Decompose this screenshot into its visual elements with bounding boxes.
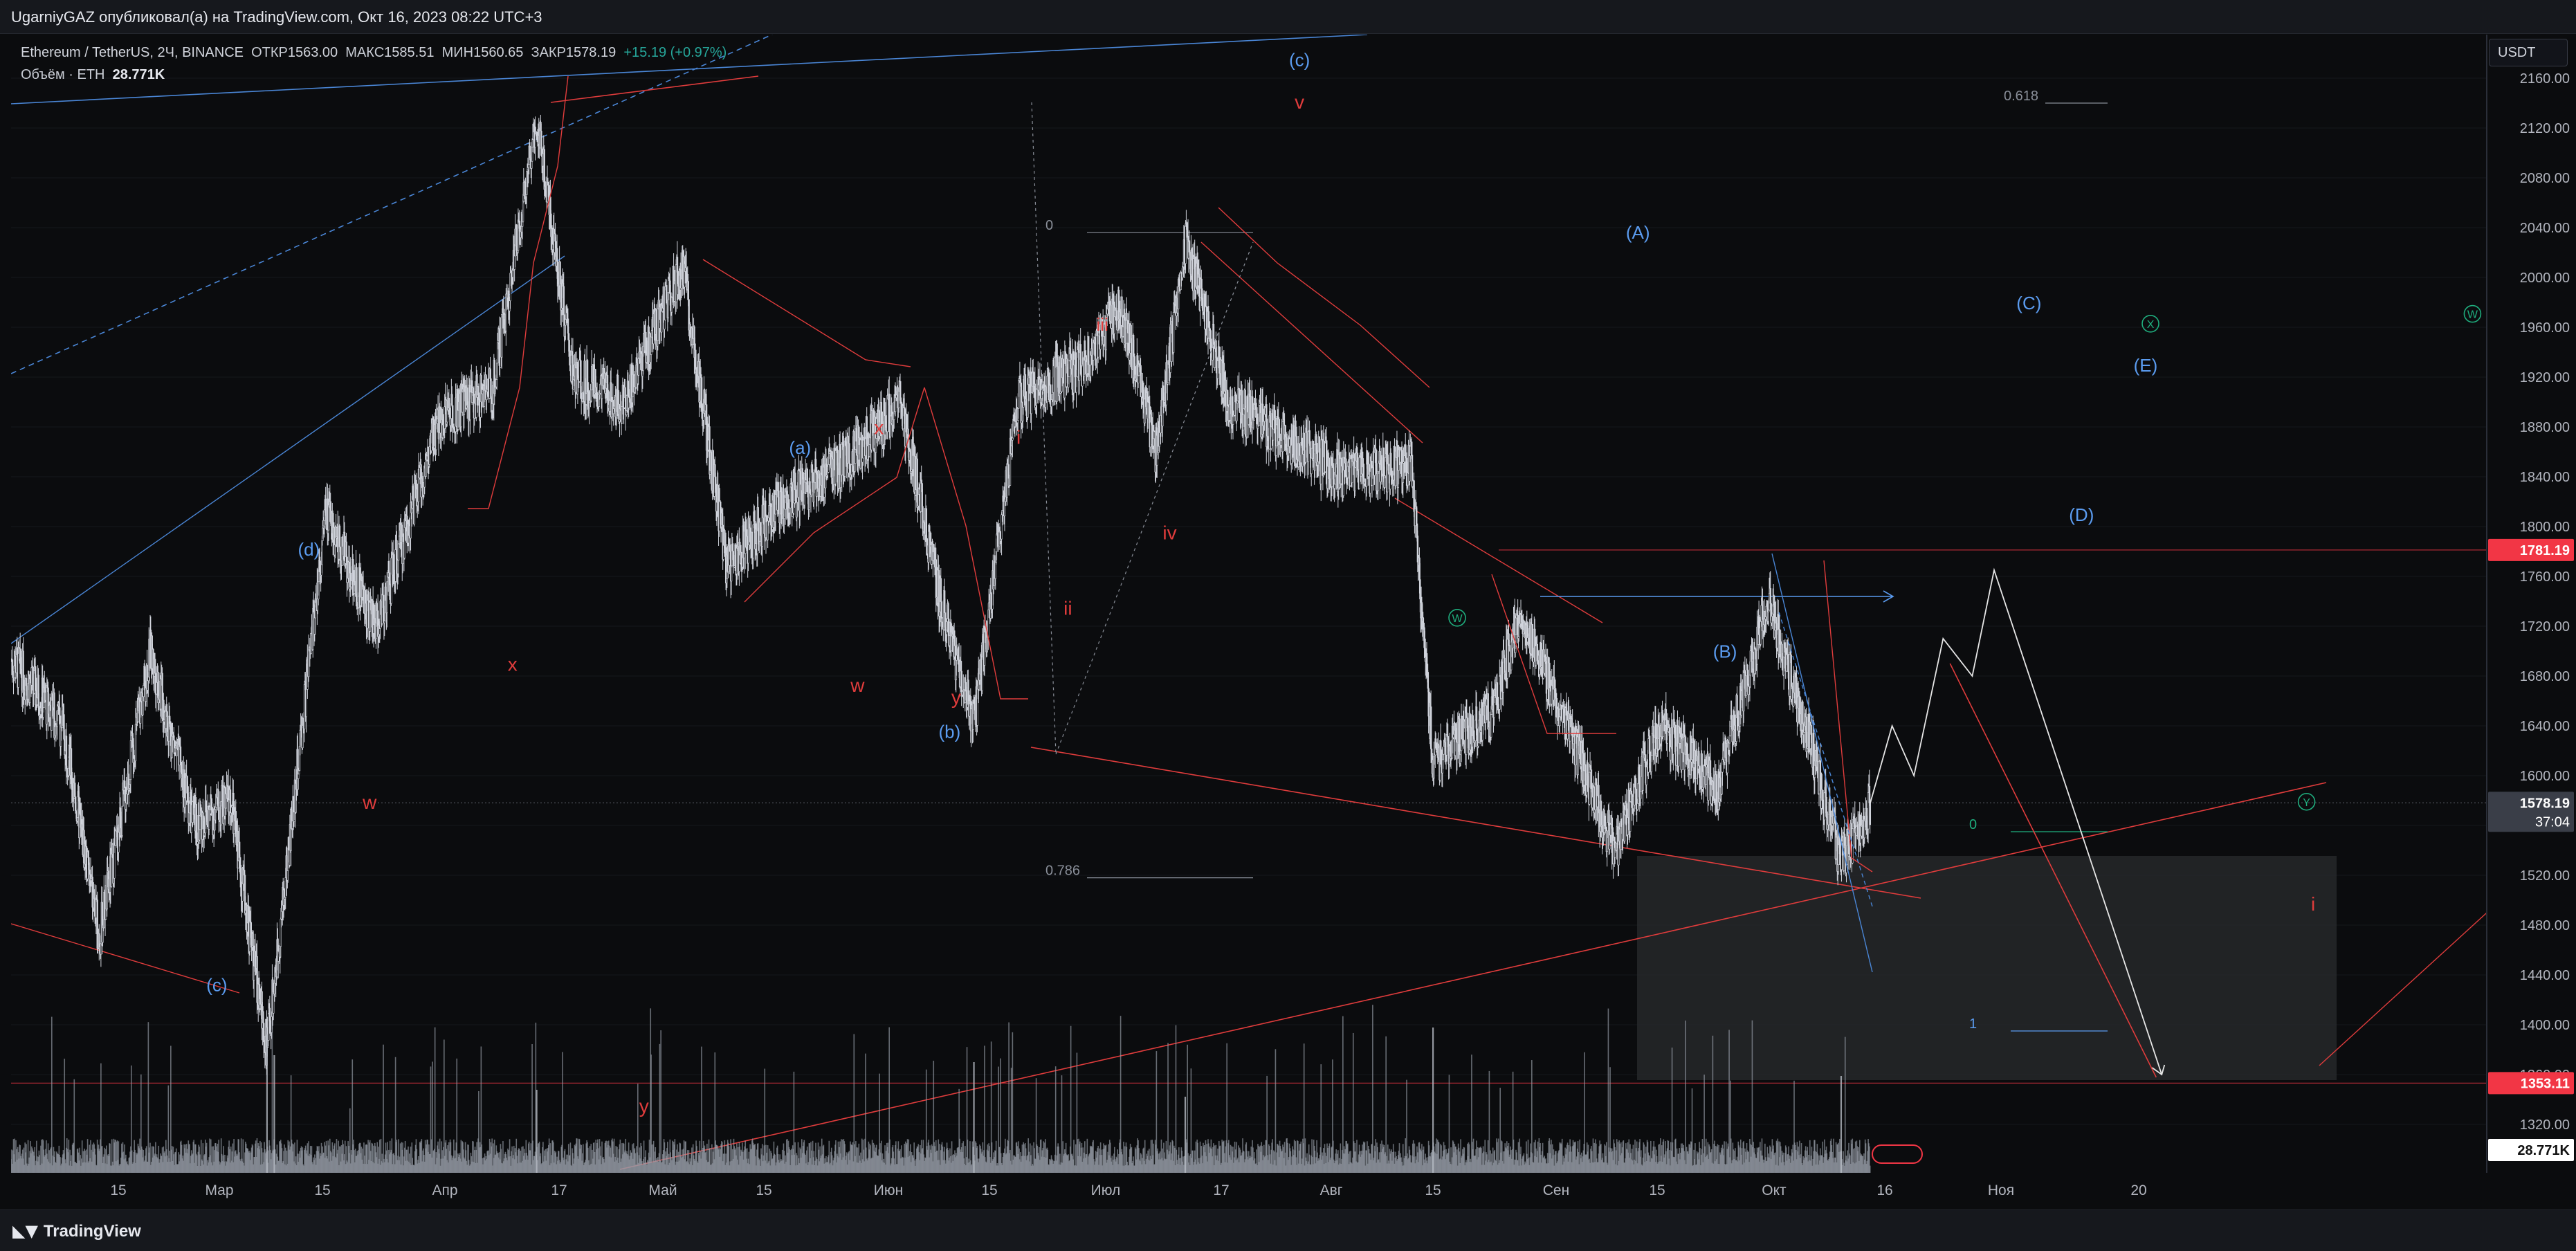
candle-body [1126, 313, 1128, 320]
candle-body [237, 861, 239, 868]
target-zone [1637, 856, 2337, 1080]
candle-body [1088, 336, 1089, 365]
candle-body [148, 677, 149, 680]
candle-body [66, 736, 67, 769]
top-bar: UgarniyGAZ опубликовал(а) на TradingView… [0, 0, 2576, 34]
candle-body [328, 505, 329, 531]
candle-body [887, 396, 888, 432]
candle-body [1357, 453, 1358, 471]
candle-body [218, 789, 219, 810]
candle-body [1431, 749, 1432, 756]
candle-body [1427, 672, 1429, 688]
candle-body [308, 650, 309, 677]
candle-body [1241, 391, 1243, 419]
candle-body [501, 315, 502, 358]
chart-area[interactable]: 0.6180010.786(c)vii(A)(C)(E)iii(a)xiiv(d… [11, 35, 2487, 1173]
candle-body [666, 285, 667, 300]
candle-body [1378, 472, 1379, 491]
candle-body [1272, 429, 1274, 440]
candle-body [1478, 743, 1479, 746]
candle-body [1212, 347, 1213, 360]
candle-body [491, 378, 492, 399]
candle-body [269, 1008, 271, 1021]
candle-body [1310, 458, 1312, 474]
candle-body [926, 509, 927, 538]
candle-body [701, 378, 702, 406]
fib-level-label: 0 [1969, 817, 1977, 832]
candle-body [531, 161, 532, 168]
candle-body [812, 473, 814, 481]
candle-body [522, 201, 524, 222]
red-diag-right [2319, 906, 2486, 1066]
candle-body [115, 830, 116, 846]
candle-body [664, 320, 666, 329]
red-trendline-3 [11, 924, 239, 993]
candle-body [356, 567, 358, 603]
blue-trendline-lower [11, 256, 565, 643]
candle-body [451, 394, 453, 405]
candle-body [1232, 417, 1234, 424]
candle-body [173, 736, 174, 740]
candle-body [26, 678, 27, 686]
candle-body [122, 806, 123, 836]
candle-body [452, 405, 453, 428]
fib-level-label: 0.618 [2004, 89, 2038, 104]
candle-body [1031, 393, 1032, 414]
candle-body [1048, 369, 1049, 385]
fib-level-label: 1 [1969, 1016, 1977, 1032]
candle-body [1068, 360, 1070, 377]
candle-body [1443, 746, 1445, 754]
candle-body [795, 490, 796, 501]
price-chart[interactable]: 0.6180010.786(c)vii(A)(C)(E)iii(a)xiiv(d… [11, 35, 2486, 1173]
fib-level-label: 0.786 [1045, 864, 1080, 879]
candle-body [835, 450, 837, 484]
candle-body [398, 544, 399, 560]
candle-body [758, 507, 759, 531]
candle-body [1296, 436, 1297, 459]
candle-body [731, 566, 732, 581]
candle-body [205, 801, 207, 812]
candle-body [995, 563, 996, 578]
candle-body [753, 524, 754, 558]
candle-body [1497, 683, 1498, 704]
candle-body [1490, 714, 1492, 737]
candle-body [1304, 433, 1305, 450]
candle-body [196, 804, 197, 843]
candles [11, 115, 1871, 1075]
candle-body [1355, 467, 1356, 491]
candle-body [1138, 376, 1139, 383]
candle-body [1122, 297, 1123, 317]
candle-body [1309, 430, 1310, 441]
candle-body [1279, 419, 1280, 438]
red-channel-2 [1395, 498, 1602, 623]
publish-info: UgarniyGAZ опубликовал(а) на TradingView… [11, 8, 542, 26]
candle-body [1036, 389, 1038, 403]
candle-body [1488, 693, 1489, 729]
candle-body [240, 865, 241, 887]
candle-body [1173, 312, 1174, 352]
candle-body [199, 816, 201, 830]
fib-level-label: 0 [1045, 218, 1053, 233]
candle-body [426, 459, 427, 477]
candle-body [180, 747, 181, 762]
candle-body [298, 774, 299, 779]
